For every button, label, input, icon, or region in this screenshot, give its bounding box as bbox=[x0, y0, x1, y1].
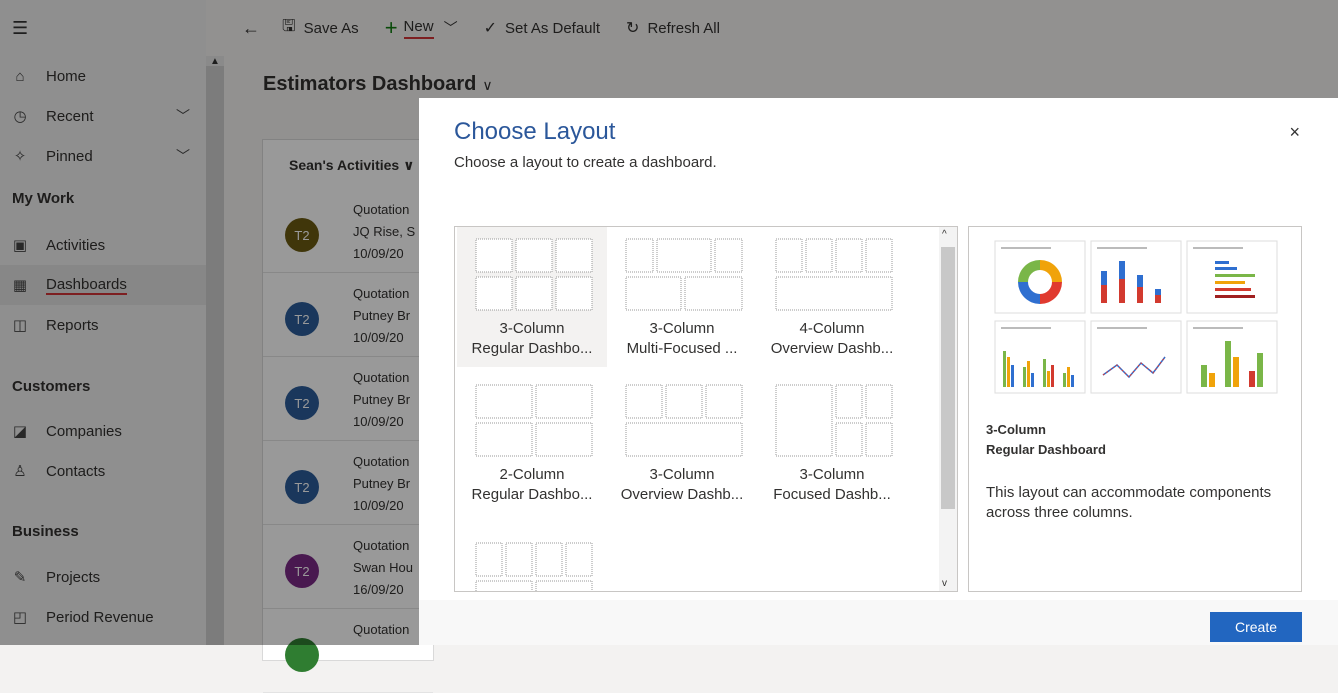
layout-tile-partial[interactable] bbox=[457, 519, 607, 591]
layout-3col-focused-thumbnail bbox=[775, 384, 893, 457]
scrollbar-thumb[interactable] bbox=[941, 247, 955, 509]
layout-tile-label: 3-Column Multi-Focused ... bbox=[626, 320, 738, 357]
layout-tile-label: 3-Column Focused Dashb... bbox=[773, 466, 891, 503]
layout-tile-3-column-overview[interactable]: 3-Column Overview Dashb... bbox=[607, 373, 757, 513]
close-icon[interactable]: × bbox=[1289, 122, 1300, 143]
dialog-footer: Create bbox=[419, 600, 1338, 645]
layout-tile-label: 4-Column Overview Dashb... bbox=[770, 320, 894, 357]
layout-tile-label: 3-Column Overview Dashb... bbox=[620, 466, 744, 503]
layout-2col-regular-thumbnail bbox=[475, 384, 593, 457]
preview-name-line2: Regular Dashboard bbox=[986, 442, 1106, 457]
layout-tile-3-column-multi-focused[interactable]: 3-Column Multi-Focused ... bbox=[607, 227, 757, 367]
create-button[interactable]: Create bbox=[1210, 612, 1302, 642]
layout-3col-regular-thumbnail bbox=[475, 238, 593, 311]
preview-layout-name: 3-Column Regular Dashboard bbox=[986, 420, 1106, 460]
scroll-down-icon[interactable]: v bbox=[942, 578, 947, 589]
choose-layout-dialog: Choose Layout Choose a layout to create … bbox=[419, 98, 1338, 645]
layout-4col-overview-thumbnail bbox=[775, 238, 893, 311]
layout-tile-4-column-overview[interactable]: 4-Column Overview Dashb... bbox=[757, 227, 907, 367]
layout-tile-label: 3-Column Regular Dashbo... bbox=[471, 320, 593, 357]
preview-name-line1: 3-Column bbox=[986, 422, 1046, 437]
layout-tile-2-column-regular[interactable]: 2-Column Regular Dashbo... bbox=[457, 373, 607, 513]
layout-tile-label: 2-Column Regular Dashbo... bbox=[471, 466, 593, 503]
dialog-subtitle: Choose a layout to create a dashboard. bbox=[454, 154, 717, 171]
preview-charts-image bbox=[994, 240, 1278, 394]
layout-tile-3-column-regular[interactable]: 3-Column Regular Dashbo... bbox=[457, 227, 607, 367]
layout-3col-overview-thumbnail bbox=[625, 384, 743, 457]
layout-preview: 3-Column Regular Dashboard This layout c… bbox=[968, 226, 1302, 592]
scroll-up-icon[interactable]: ^ bbox=[942, 229, 947, 240]
layout-4col-regular-thumbnail bbox=[475, 542, 593, 591]
preview-description: This layout can accommodate components a… bbox=[986, 484, 1272, 521]
modal-overlay bbox=[419, 0, 1338, 98]
layout-list: 3-Column Regular Dashbo... 3-Column Multi-… bbox=[454, 226, 958, 592]
layout-3col-multifocused-thumbnail bbox=[625, 238, 743, 311]
layout-tile-3-column-focused[interactable]: 3-Column Focused Dashb... bbox=[757, 373, 907, 513]
layout-list-scrollbar[interactable]: ^ v bbox=[939, 227, 957, 591]
dialog-title: Choose Layout bbox=[454, 118, 616, 145]
modal-overlay bbox=[0, 0, 419, 645]
